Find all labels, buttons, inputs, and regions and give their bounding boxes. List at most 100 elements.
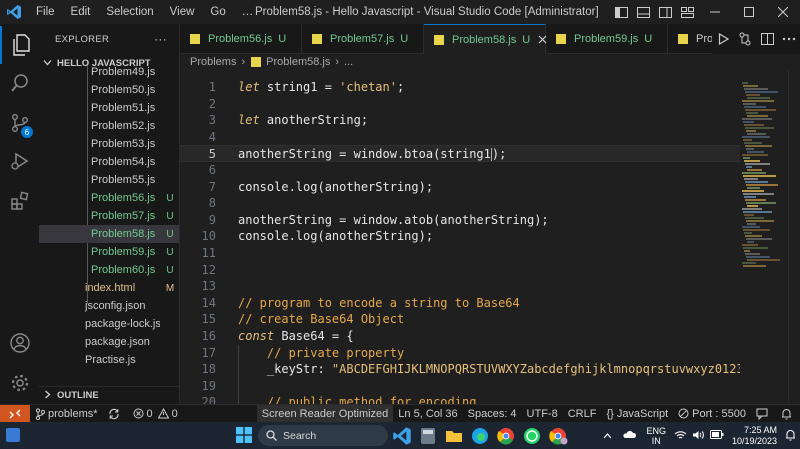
toggle-sidebar-icon[interactable] (610, 0, 632, 24)
extensions-icon[interactable] (0, 182, 39, 220)
file-item[interactable]: jsconfig.json (39, 297, 179, 315)
file-item[interactable]: Problem50.js (39, 81, 179, 99)
tab-pro[interactable]: Pro (668, 24, 718, 54)
battery-icon[interactable] (709, 430, 724, 441)
file-item[interactable]: Problem57.js U (39, 207, 179, 225)
end-of-line[interactable]: CRLF (563, 405, 602, 423)
menu-item-selection[interactable]: Selection (98, 0, 161, 24)
taskbar-vscode-icon[interactable] (392, 426, 412, 446)
file-item[interactable]: Problem56.js U (39, 189, 179, 207)
compare-changes-icon[interactable] (734, 32, 756, 46)
windows-start-icon[interactable] (236, 427, 252, 446)
tab-problem59-js[interactable]: Problem59.js U (546, 24, 668, 54)
encoding[interactable]: UTF-8 (522, 405, 563, 423)
file-item[interactable]: Problem52.js (39, 117, 179, 135)
code-line[interactable]: 6 (180, 162, 740, 179)
tab-problem58-js[interactable]: Problem58.js U (424, 24, 547, 54)
accounts-icon[interactable] (0, 324, 39, 362)
feedback-icon[interactable] (751, 405, 776, 423)
customize-layout-icon[interactable] (676, 0, 698, 24)
code-line[interactable]: 17 // private property (180, 345, 740, 362)
file-item[interactable]: Problem49.js (39, 63, 179, 81)
wifi-icon[interactable] (674, 430, 687, 442)
code-line[interactable]: 10 console.log(anotherString); (180, 228, 740, 245)
tab-problem57-js[interactable]: Problem57.js U (302, 24, 424, 54)
file-item[interactable]: index.html M (39, 279, 179, 297)
file-item[interactable]: Problem53.js (39, 135, 179, 153)
widgets-icon[interactable] (6, 428, 20, 445)
file-item[interactable]: Problem60.js U (39, 261, 179, 279)
code-line[interactable]: 13 (180, 278, 740, 295)
file-item[interactable]: Problem59.js U (39, 243, 179, 261)
close-button[interactable] (766, 0, 800, 24)
code-line[interactable]: 8 (180, 195, 740, 212)
code-line[interactable]: 12 (180, 262, 740, 279)
taskbar-chrome-icon[interactable] (496, 426, 516, 446)
breadcrumb-folder[interactable]: Problems (190, 56, 236, 68)
breadcrumb-symbol[interactable]: ... (344, 56, 353, 68)
outline-section-header[interactable]: OUTLINE (39, 386, 179, 404)
file-item[interactable]: Problem54.js (39, 153, 179, 171)
code-line[interactable]: 9 anotherString = window.atob(anotherStri… (180, 212, 740, 229)
code-line[interactable]: 19 (180, 378, 740, 395)
onedrive-cloud-icon[interactable] (622, 430, 637, 441)
file-item[interactable]: Problem55.js (39, 171, 179, 189)
editor-scrollbar[interactable] (788, 70, 800, 404)
menu-item-view[interactable]: View (162, 0, 203, 24)
minimap[interactable] (740, 70, 788, 404)
code-line[interactable]: 5 anotherString = window.btoa(string1); (180, 145, 740, 162)
code-line[interactable]: 20 // public method for encoding (180, 394, 740, 404)
maximize-button[interactable] (732, 0, 766, 24)
taskbar-chrome-profile-icon[interactable] (548, 426, 568, 446)
problems-indicator[interactable]: 0 0 (128, 405, 183, 423)
code-line[interactable]: 15 // create Base64 Object (180, 311, 740, 328)
explorer-icon[interactable] (0, 26, 39, 64)
file-item[interactable]: package.json (39, 333, 179, 351)
explorer-more-actions-button[interactable]: ··· (154, 32, 167, 46)
indentation[interactable]: Spaces: 4 (463, 405, 522, 423)
tab-problem56-js[interactable]: Problem56.js U (180, 24, 302, 54)
live-server-port[interactable]: Port : 5500 (673, 405, 751, 423)
more-actions-icon[interactable] (778, 37, 800, 41)
code-line[interactable]: 16 const Base64 = { (180, 328, 740, 345)
taskbar-edge-icon[interactable] (470, 426, 490, 446)
taskbar-calculator-icon[interactable] (418, 426, 438, 446)
file-item[interactable]: Problem58.js U (39, 225, 179, 243)
show-hidden-icons-chevron-icon[interactable] (603, 431, 612, 441)
taskbar-search-box[interactable]: Search (258, 425, 388, 446)
source-control-icon[interactable]: 6 (0, 104, 39, 142)
file-item[interactable]: Problem51.js (39, 99, 179, 117)
file-item[interactable]: Practise.js (39, 351, 179, 369)
vscode-logo-icon[interactable] (0, 0, 28, 24)
code-editor[interactable]: 1 let string1 = 'chetan'; 2 3 let anotherStr… (180, 70, 740, 404)
taskbar-file-explorer-icon[interactable] (444, 426, 464, 446)
toggle-panel-icon[interactable] (632, 0, 654, 24)
input-language[interactable]: ENG IN (646, 426, 666, 446)
code-line[interactable]: 7 console.log(anotherString); (180, 179, 740, 196)
sync-icon[interactable] (103, 405, 128, 423)
language-mode[interactable]: {} JavaScript (601, 405, 673, 423)
menu-item-edit[interactable]: Edit (63, 0, 99, 24)
file-item[interactable]: package-lock.json (39, 315, 179, 333)
split-editor-icon[interactable] (756, 33, 778, 45)
code-line[interactable]: 4 (180, 129, 740, 146)
taskbar-whatsapp-icon[interactable] (522, 426, 542, 446)
run-debug-icon[interactable] (0, 142, 39, 180)
notifications-bell-icon[interactable] (785, 429, 796, 443)
toggle-secondary-sidebar-icon[interactable] (654, 0, 676, 24)
code-line[interactable]: 11 (180, 245, 740, 262)
code-line[interactable]: 2 (180, 96, 740, 113)
branch-indicator[interactable]: problems* (30, 405, 103, 423)
remote-indicator-icon[interactable] (0, 404, 30, 423)
code-line[interactable]: 3 let anotherString; (180, 112, 740, 129)
menu-item-file[interactable]: File (28, 0, 63, 24)
menu-item-go[interactable]: Go (202, 0, 233, 24)
code-line[interactable]: 1 let string1 = 'chetan'; (180, 79, 740, 96)
code-line[interactable]: 18 _keyStr: "ABCDEFGHIJKLMNOPQRSTUVWXYZa… (180, 361, 740, 378)
volume-icon[interactable] (692, 430, 705, 442)
code-line[interactable]: 14 // program to encode a string to Base6… (180, 295, 740, 312)
run-icon[interactable] (712, 33, 734, 45)
search-icon[interactable] (0, 64, 39, 102)
notifications-bell-icon[interactable] (776, 405, 800, 423)
minimize-button[interactable] (698, 0, 732, 24)
